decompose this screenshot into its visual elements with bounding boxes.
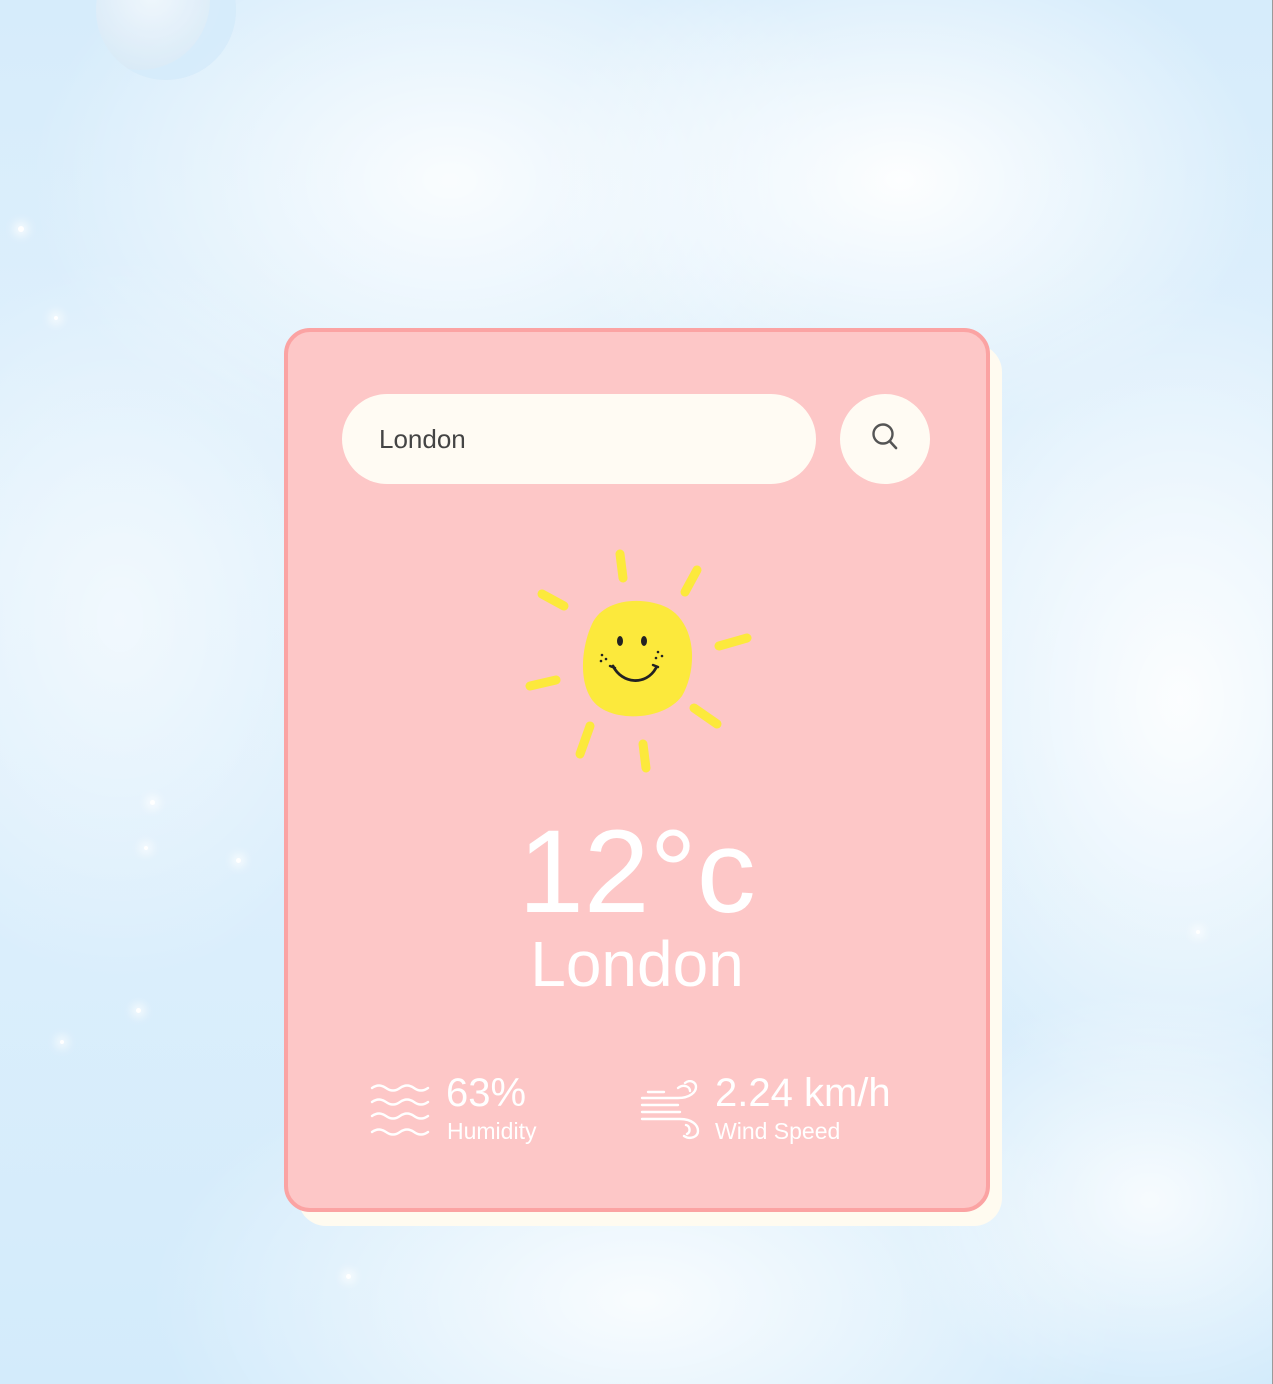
wind-speed-label: Wind Speed	[715, 1118, 841, 1144]
humidity-icon	[370, 1084, 430, 1136]
sparkle-decoration	[144, 846, 148, 850]
wind-speed-value: 2.24 km/h	[715, 1071, 891, 1115]
search-icon	[872, 423, 898, 450]
moon-decoration	[96, 0, 236, 80]
sparkle-decoration	[1196, 930, 1200, 934]
sparkle-decoration	[60, 1040, 64, 1044]
humidity-label: Humidity	[447, 1118, 537, 1144]
search-button[interactable]	[840, 394, 930, 484]
sparkle-decoration	[136, 1008, 141, 1013]
wind-icon	[640, 1080, 700, 1139]
sun-icon	[525, 549, 752, 773]
sparkle-decoration	[54, 316, 58, 320]
temperature-value: 12°c	[518, 806, 756, 938]
sparkle-decoration	[346, 1274, 351, 1279]
sparkle-decoration	[18, 226, 24, 232]
city-name: London	[530, 928, 744, 1000]
sparkle-decoration	[150, 800, 155, 805]
humidity-value: 63%	[446, 1071, 527, 1115]
city-search-input[interactable]	[342, 394, 816, 484]
sparkle-decoration	[236, 858, 241, 863]
